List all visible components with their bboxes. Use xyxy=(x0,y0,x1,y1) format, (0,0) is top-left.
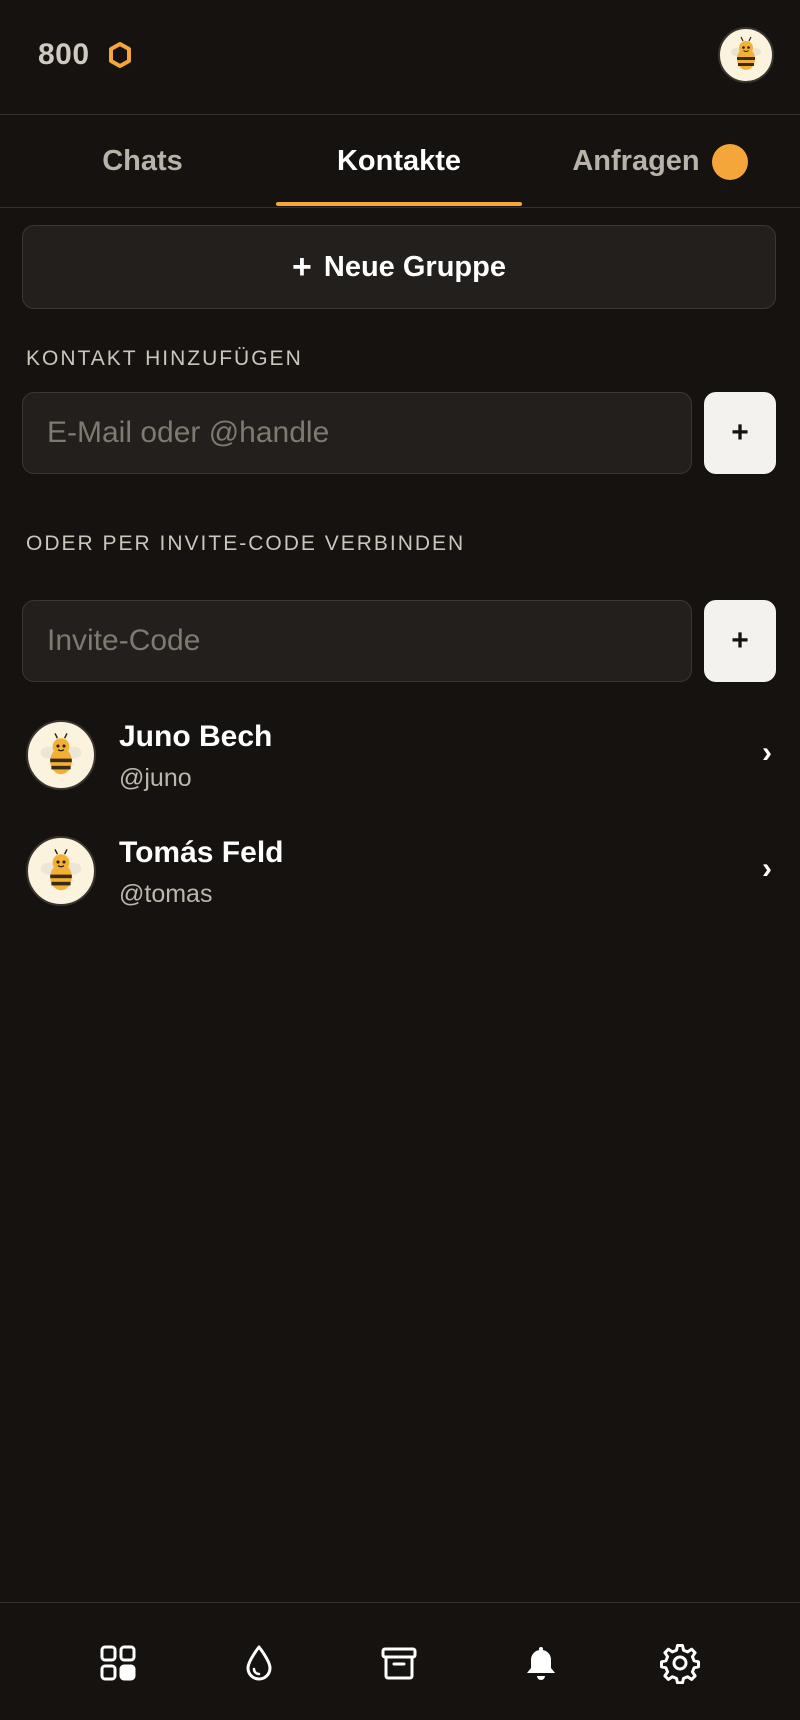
contact-name: Juno Bech xyxy=(119,720,273,753)
invite-code-heading: ODER PER INVITE-CODE VERBINDEN xyxy=(26,532,466,555)
contact-email-input[interactable] xyxy=(22,392,692,474)
contact-handle: @tomas xyxy=(119,880,213,908)
balance-value: 800 xyxy=(38,38,90,71)
chevron-right-icon: › xyxy=(762,736,772,769)
nav-notifications[interactable] xyxy=(519,1641,563,1685)
add-contact-button[interactable]: + xyxy=(704,392,776,474)
grid-apps-icon xyxy=(100,1645,136,1681)
nav-drops[interactable] xyxy=(237,1641,281,1685)
hexagon-coin-icon xyxy=(108,42,132,68)
bee-avatar-icon xyxy=(40,849,82,891)
contact-list-item[interactable]: Tomás Feld @tomas › xyxy=(0,822,800,922)
contact-avatar xyxy=(26,836,96,906)
contact-handle: @juno xyxy=(119,764,192,792)
invite-code-input[interactable] xyxy=(22,600,692,682)
contact-list-item[interactable]: Juno Bech @juno › xyxy=(0,706,800,806)
droplet-icon xyxy=(246,1645,272,1681)
nav-settings[interactable] xyxy=(658,1641,702,1685)
tab-chats[interactable]: Chats xyxy=(30,116,255,207)
bee-avatar-icon xyxy=(731,36,761,70)
nav-archive[interactable] xyxy=(377,1641,421,1685)
gear-icon xyxy=(660,1644,700,1684)
active-tab-indicator xyxy=(276,202,522,206)
bell-icon xyxy=(527,1647,555,1680)
invite-code-submit-button[interactable]: + xyxy=(704,600,776,682)
contact-avatar xyxy=(26,720,96,790)
bottom-navigation xyxy=(0,1602,800,1720)
contact-name: Tomás Feld xyxy=(119,836,284,869)
chevron-right-icon: › xyxy=(762,852,772,885)
tab-kontakte-label: Kontakte xyxy=(336,145,462,177)
tab-anfragen[interactable]: Anfragen xyxy=(540,116,780,207)
tab-chats-label: Chats xyxy=(102,145,183,177)
tab-kontakte[interactable]: Kontakte xyxy=(276,116,522,207)
new-group-button[interactable]: + Neue Gruppe xyxy=(22,225,776,309)
archive-box-icon xyxy=(381,1647,417,1680)
add-contact-heading: KONTAKT HINZUFÜGEN xyxy=(26,347,303,370)
new-group-label: Neue Gruppe xyxy=(323,250,506,283)
bee-avatar-icon xyxy=(40,733,82,775)
nav-dashboard[interactable] xyxy=(96,1641,140,1685)
top-bar: 800 xyxy=(0,0,800,115)
notification-badge xyxy=(711,143,748,180)
tab-anfragen-label: Anfragen xyxy=(572,145,700,177)
balance-display: 800 xyxy=(38,38,132,72)
plus-icon: + xyxy=(292,247,312,286)
tab-bar: Chats Kontakte Anfragen xyxy=(0,116,800,208)
profile-avatar[interactable] xyxy=(718,27,774,83)
